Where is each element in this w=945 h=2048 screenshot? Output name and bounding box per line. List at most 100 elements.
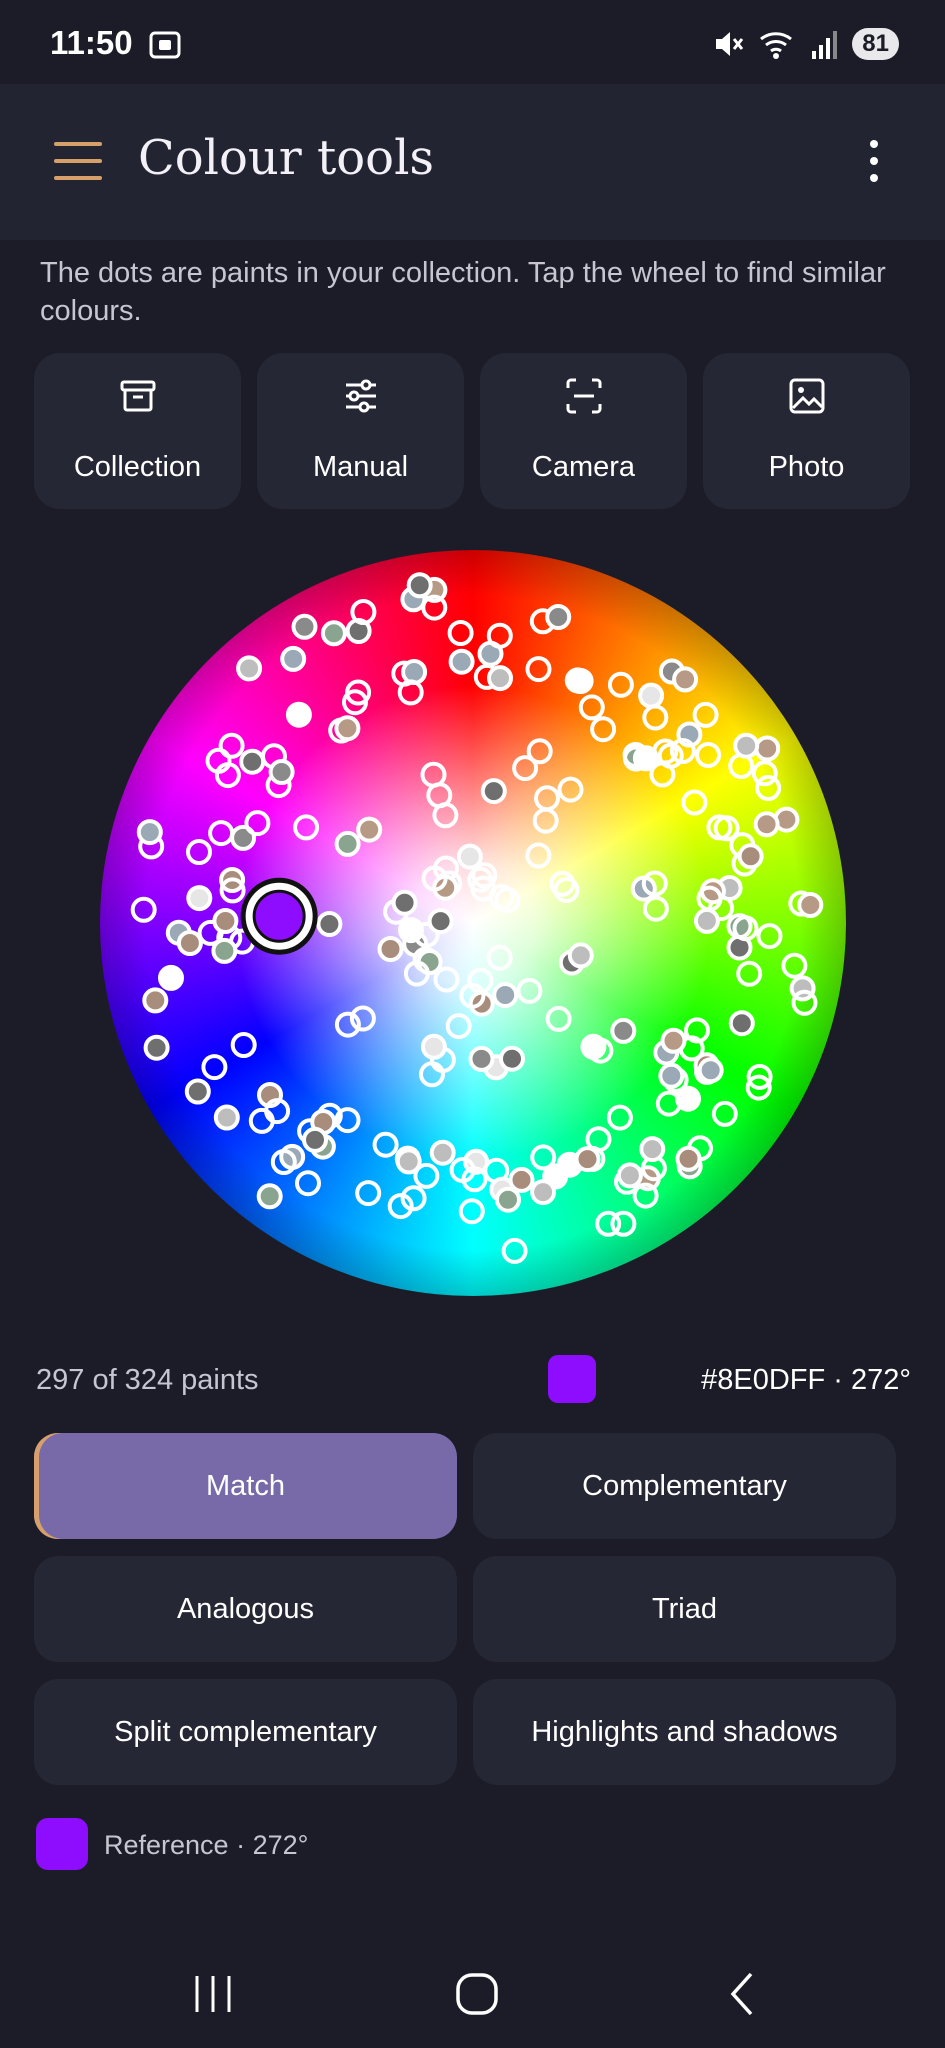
paint-dot (642, 895, 669, 922)
mode-triad-button[interactable]: Triad (473, 1556, 896, 1662)
reference-label: Reference · 272° (104, 1830, 309, 1860)
paint-dot (201, 1054, 228, 1081)
paint-dot (672, 666, 699, 693)
paint-dot (334, 1107, 361, 1134)
paint-dot (534, 785, 560, 812)
paint-dot (401, 659, 428, 685)
wifi-icon (760, 32, 793, 59)
paint-dot (508, 1166, 535, 1193)
mode-label: Triad (652, 1592, 717, 1625)
paint-dot (387, 1193, 414, 1220)
paint-dot (176, 930, 203, 956)
paint-dot (545, 604, 572, 630)
paint-dot (632, 1182, 659, 1209)
paint-dot (293, 814, 320, 841)
paint-dot (696, 885, 723, 912)
paint-dot (574, 1146, 601, 1173)
paint-dot (421, 594, 448, 621)
paint-dot (642, 704, 669, 731)
paint-dot (334, 715, 361, 742)
mode-highlights-shadows-button[interactable]: Highlights and shadows (473, 1679, 896, 1785)
paint-dot (526, 738, 553, 765)
paint-dot (487, 665, 513, 692)
mode-label: Highlights and shadows (531, 1715, 838, 1748)
system-nav-bar (0, 1938, 945, 2048)
mode-analogous-button[interactable]: Analogous (34, 1556, 457, 1662)
paint-dot (136, 819, 163, 846)
paint-dot (461, 1166, 488, 1193)
paint-dot (681, 789, 708, 816)
paint-dot (320, 620, 347, 647)
paint-dot (211, 937, 238, 964)
paint-dot (291, 613, 318, 640)
manual-button[interactable]: Manual (257, 353, 464, 509)
paint-dot (270, 1149, 297, 1175)
scan-icon (566, 378, 601, 414)
paint-dot (692, 701, 719, 728)
paint-dot (693, 907, 720, 934)
paint-dot (285, 701, 312, 728)
paint-dot (421, 865, 448, 892)
paint-dot (236, 655, 263, 682)
paint-dot (669, 738, 696, 764)
paint-dot (578, 694, 605, 721)
collection-button[interactable]: Collection (34, 353, 241, 509)
paint-dot (345, 679, 372, 706)
paint-dot (458, 1198, 485, 1225)
paint-dot (580, 1033, 607, 1060)
paint-dot (530, 1179, 557, 1206)
paint-dot (158, 964, 184, 991)
paint-dot (684, 1017, 710, 1044)
paint-dot (470, 875, 497, 902)
paint-dot (420, 1033, 447, 1060)
paint-dot (737, 843, 764, 870)
page-title: Colour tools (138, 130, 435, 186)
paint-dot (316, 911, 343, 937)
paint-dot (557, 776, 584, 803)
photo-button[interactable]: Photo (703, 353, 910, 509)
paint-dot (697, 1057, 724, 1084)
paint-dot (610, 1017, 637, 1044)
mute-icon (716, 32, 744, 56)
mode-split-complementary-button[interactable]: Split complementary (34, 1679, 457, 1785)
paint-dot (377, 936, 404, 962)
paint-dot (143, 1034, 170, 1061)
paint-dot (501, 1237, 528, 1264)
selected-colour-hex: #8E0DFF · 272° (701, 1364, 911, 1396)
paint-dot (791, 989, 818, 1016)
mode-match-button[interactable]: Match (34, 1433, 457, 1539)
recents-icon[interactable] (183, 1966, 243, 2022)
back-icon[interactable] (713, 1966, 773, 2022)
paint-dot (419, 1061, 445, 1088)
colour-wheel[interactable] (100, 550, 846, 1296)
paint-dot (218, 732, 245, 759)
paint-dot (494, 887, 521, 914)
mode-label: Split complementary (114, 1715, 377, 1748)
paint-dot (445, 1013, 472, 1040)
home-icon[interactable] (447, 1966, 507, 2022)
paint-dot (406, 572, 433, 599)
paint-dot (675, 1145, 702, 1172)
more-vert-icon[interactable] (860, 140, 888, 188)
paint-dot (695, 742, 722, 768)
paint-dot (567, 942, 594, 969)
paint-dot (456, 843, 483, 870)
paint-dot (350, 599, 377, 625)
paint-dot (567, 668, 594, 694)
paint-dots-layer (130, 572, 824, 1264)
paint-dot (447, 620, 474, 646)
hamburger-menu-icon[interactable] (54, 142, 102, 182)
paint-dot (728, 1010, 755, 1037)
paint-dot (641, 870, 668, 897)
paint-dot (184, 1078, 211, 1105)
paint-dot (186, 885, 213, 912)
paint-dot (395, 1148, 422, 1175)
camera-button[interactable]: Camera (480, 353, 687, 509)
image-icon (789, 378, 824, 414)
paint-dot (256, 1183, 283, 1210)
paint-dot (606, 1104, 633, 1131)
mode-complementary-button[interactable]: Complementary (473, 1433, 896, 1539)
paint-dot (186, 839, 212, 865)
paint-dot (448, 648, 475, 675)
paint-dot (530, 1144, 557, 1171)
